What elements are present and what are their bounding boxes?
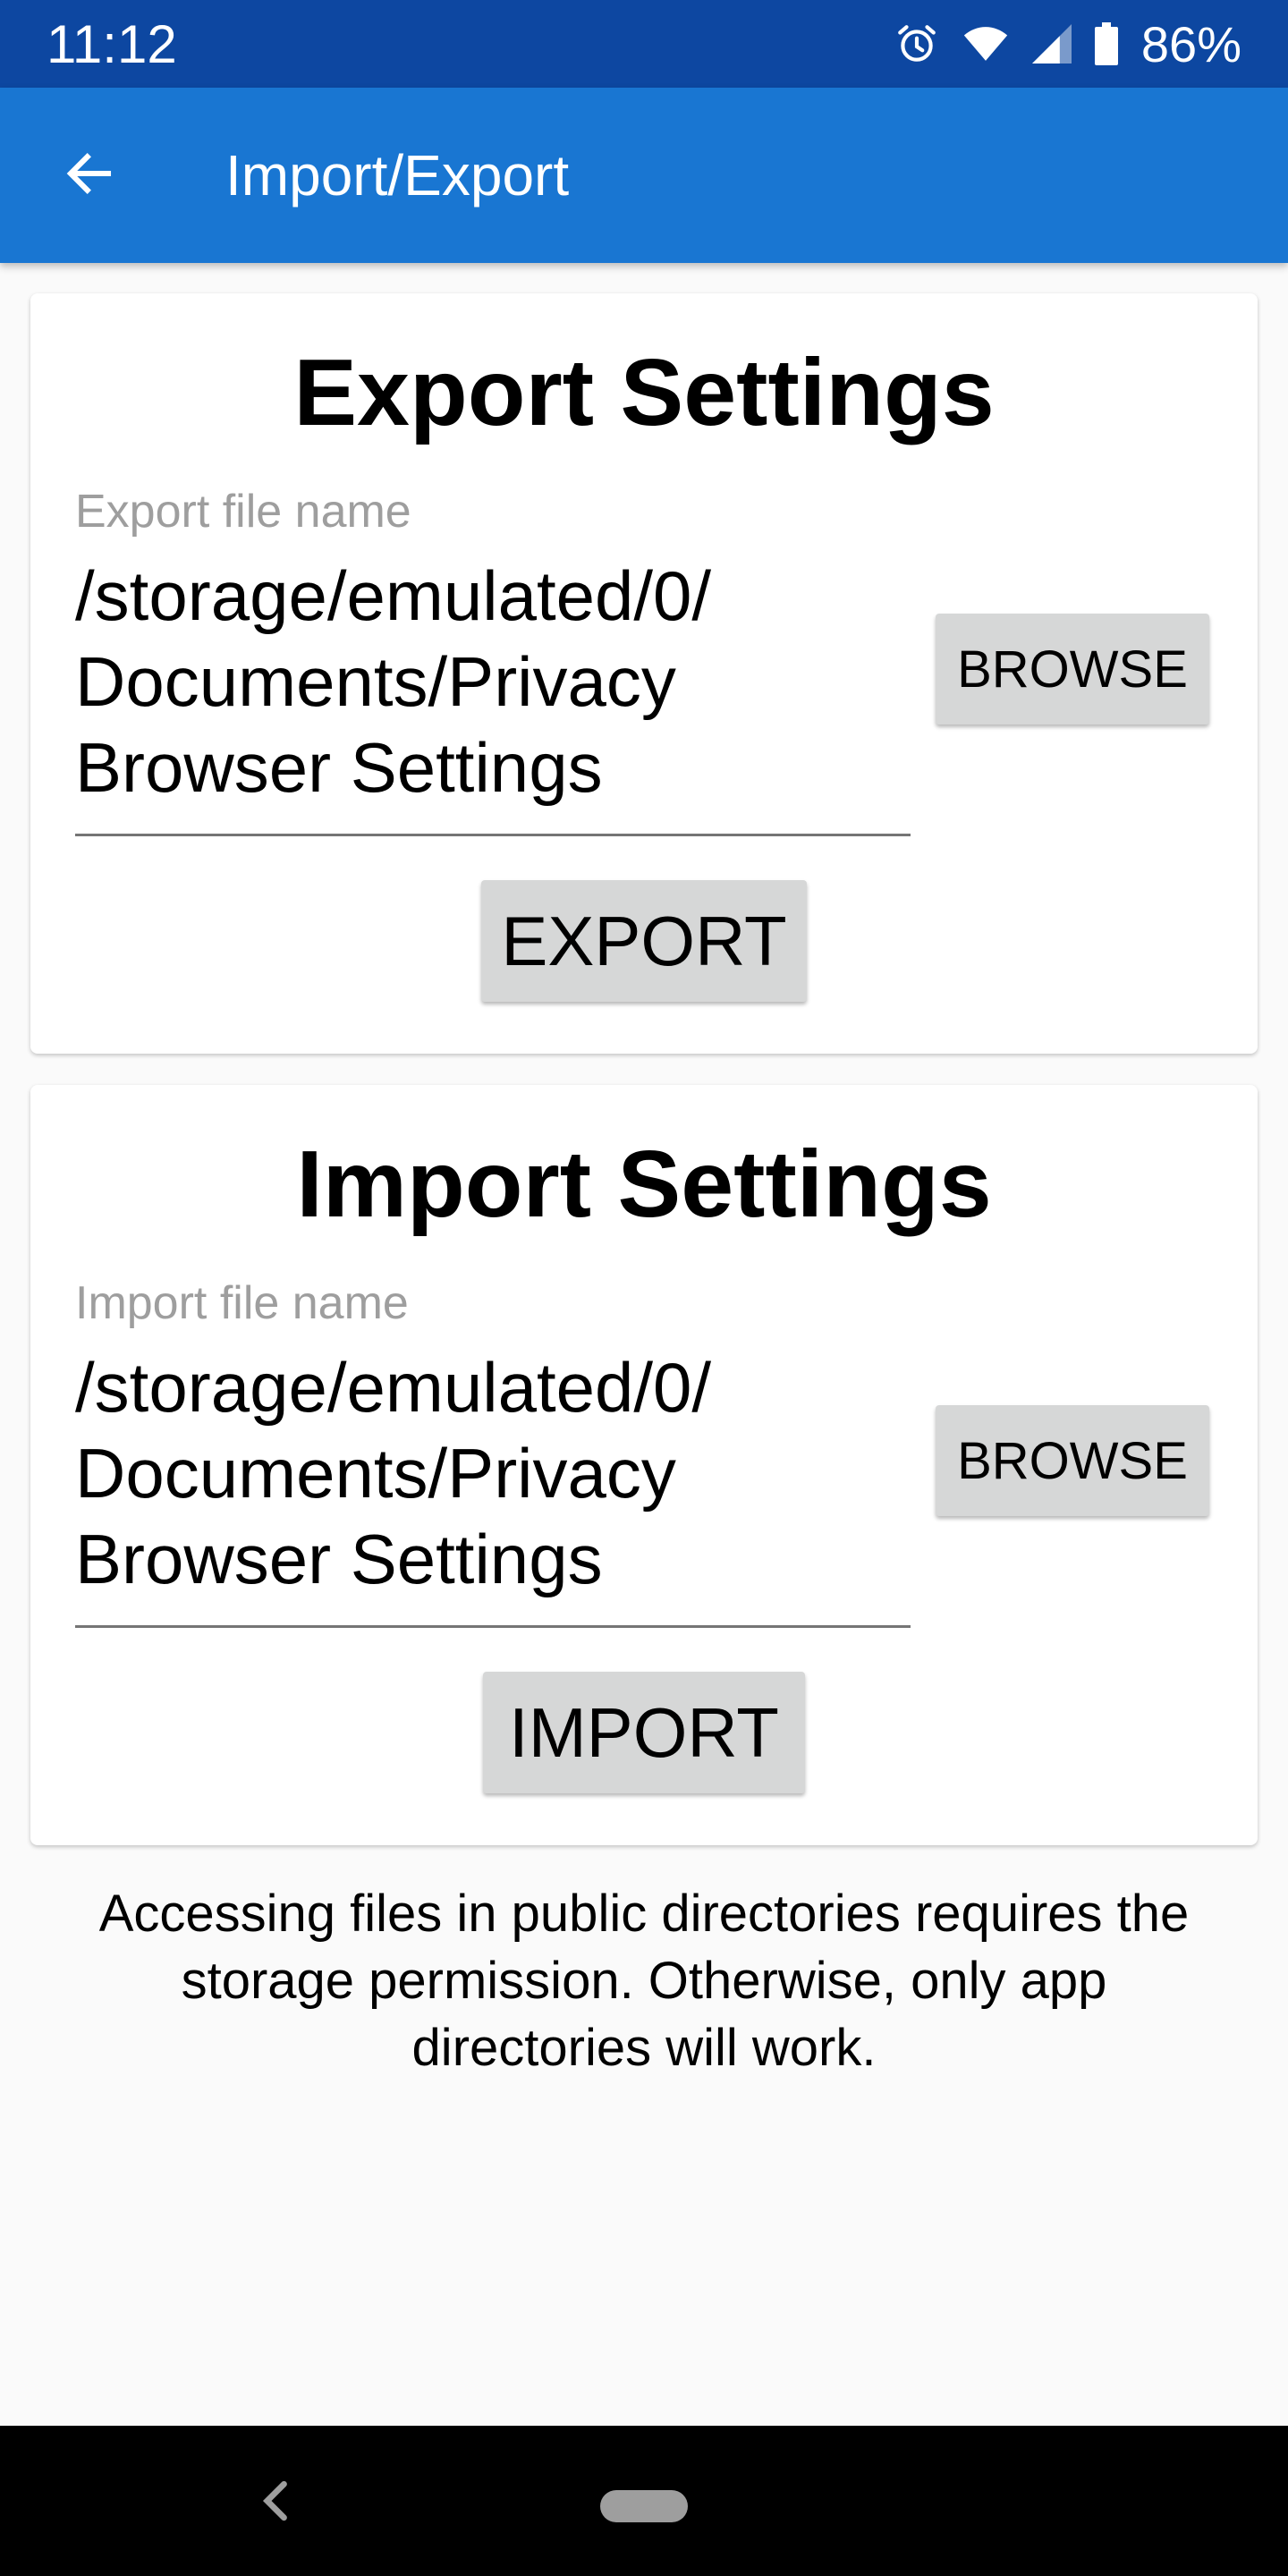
import-settings-title: Import Settings: [296, 1131, 992, 1237]
nav-home-pill[interactable]: [600, 2490, 688, 2522]
status-icons: 86%: [894, 15, 1241, 73]
status-time: 11:12: [47, 13, 177, 74]
nav-back-icon[interactable]: [259, 2474, 295, 2528]
export-settings-title: Export Settings: [293, 340, 995, 445]
export-file-name-input[interactable]: /storage/emulated/0/ Documents/Privacy B…: [75, 553, 862, 810]
arrow-back-icon: [63, 148, 116, 203]
storage-permission-note: Accessing files in public directories re…: [98, 1885, 1190, 2077]
alarm-icon: [894, 21, 939, 66]
export-settings-card: Export Settings Export file name /storag…: [30, 293, 1258, 1054]
import-file-name-input[interactable]: /storage/emulated/0/ Documents/Privacy B…: [75, 1344, 862, 1602]
export-file-name-label: Export file name: [75, 486, 411, 538]
import-button[interactable]: IMPORT: [483, 1672, 805, 1793]
import-browse-button[interactable]: BROWSE: [936, 1405, 1209, 1516]
page-title: Import/Export: [225, 143, 570, 208]
export-browse-button[interactable]: BROWSE: [936, 614, 1209, 724]
status-bar: 11:12 86%: [0, 0, 1288, 88]
back-button[interactable]: [39, 114, 140, 236]
import-settings-card: Import Settings Import file name /storag…: [30, 1085, 1258, 1845]
battery-percentage: 86%: [1140, 15, 1241, 72]
system-navigation-bar: [0, 2426, 1288, 2576]
export-file-name-underline: [75, 834, 911, 836]
import-file-name-label: Import file name: [75, 1277, 409, 1329]
app-bar: Import/Export: [0, 88, 1288, 263]
wifi-icon: [962, 25, 1009, 63]
battery-icon: [1094, 22, 1118, 65]
export-button[interactable]: EXPORT: [481, 880, 807, 1002]
import-file-name-underline: [75, 1625, 911, 1628]
signal-icon: [1031, 24, 1072, 64]
